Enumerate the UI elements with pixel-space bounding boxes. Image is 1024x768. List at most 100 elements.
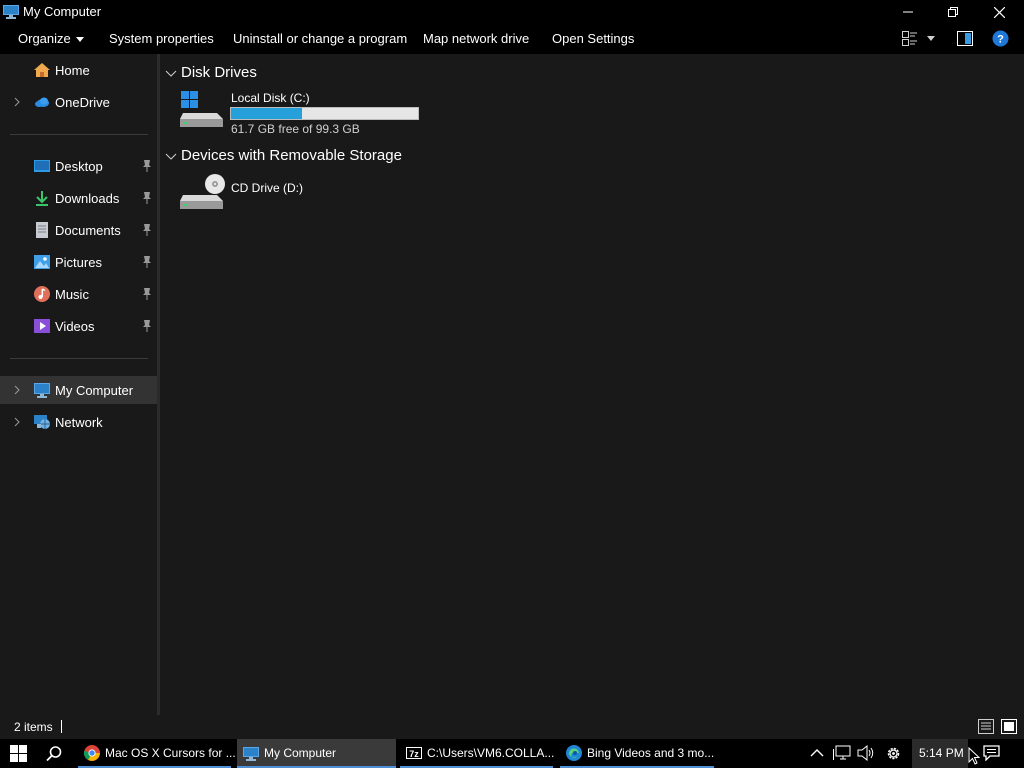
svg-text:?: ? [997,34,1004,46]
desktop-icon [34,160,50,172]
sidebar-item-music[interactable]: Music [0,280,157,308]
command-bar: Organize System properties Uninstall or … [0,24,1024,54]
sidebar-item-desktop[interactable]: Desktop [0,152,157,180]
close-icon [993,6,1005,18]
drive-free-space: 61.7 GB free of 99.3 GB [231,122,360,136]
close-button[interactable] [976,0,1022,24]
gear-icon[interactable] [885,745,902,762]
navigation-scrollbar[interactable] [157,54,160,715]
pin-icon[interactable] [141,255,153,269]
system-properties-button[interactable]: System properties [109,31,214,46]
home-icon [34,63,50,77]
navigation-pane: Home OneDrive Desktop Downloads Document… [0,54,157,715]
sidebar-item-label: Videos [55,319,95,334]
taskbar-app-my-computer[interactable]: My Computer [237,739,396,768]
network-icon[interactable] [833,745,851,761]
details-view-icon[interactable] [978,719,994,734]
download-icon [36,191,48,206]
pin-icon[interactable] [141,159,153,173]
sidebar-item-label: Desktop [55,159,103,174]
sidebar-item-pictures[interactable]: Pictures [0,248,157,276]
document-icon [36,222,48,238]
sidebar-item-label: Home [55,63,90,78]
change-view-icon[interactable] [902,31,918,46]
title-bar[interactable]: My Computer [0,0,1024,24]
taskbar-app-chrome[interactable]: Mac OS X Cursors for ... [78,739,236,768]
search-icon[interactable] [46,745,63,762]
open-settings-button[interactable]: Open Settings [552,31,634,46]
taskbar-app-label: My Computer [264,746,337,760]
chevron-up-icon[interactable] [810,748,824,758]
taskbar-app-label: Mac OS X Cursors for ... [105,746,236,760]
group-header-label: Disk Drives [181,64,257,81]
chevron-right-icon[interactable] [12,385,22,395]
computer-icon [243,747,259,761]
chrome-icon [84,745,100,761]
taskbar-clock[interactable]: 5:14 PM [912,739,968,768]
mouse-cursor-icon [968,747,980,765]
taskbar-app-edge[interactable]: Bing Videos and 3 mo... [560,739,714,768]
sidebar-item-network[interactable]: Network [0,408,157,436]
sidebar-item-documents[interactable]: Documents [0,216,157,244]
sidebar-item-label: Pictures [55,255,102,270]
window-title: My Computer [23,4,102,19]
volume-icon[interactable] [857,745,875,761]
sidebar-item-label: Network [55,415,103,430]
capacity-bar [230,107,419,120]
restore-button[interactable] [930,0,976,24]
pin-icon[interactable] [141,191,153,205]
pin-icon[interactable] [141,319,153,333]
taskbar-app-label: C:\Users\VM6.COLLA... [427,746,555,760]
cloud-icon [35,97,49,107]
sidebar-item-videos[interactable]: Videos [0,312,157,340]
chevron-right-icon[interactable] [12,417,22,427]
large-icons-view-icon[interactable] [1001,719,1017,734]
network-icon [34,415,50,429]
uninstall-program-button[interactable]: Uninstall or change a program [233,31,407,46]
drive-name[interactable]: Local Disk (C:) [231,91,310,105]
taskbar-app-label: Bing Videos and 3 mo... [587,746,715,760]
pin-icon[interactable] [141,287,153,301]
chevron-right-icon[interactable] [12,97,22,107]
preview-pane-icon[interactable] [957,31,973,46]
sidebar-item-downloads[interactable]: Downloads [0,184,157,212]
group-header-disk-drives[interactable]: Disk Drives [165,64,257,81]
pictures-icon [34,255,50,269]
sidebar-item-label: Documents [55,223,121,238]
sidebar-item-label: Music [55,287,89,302]
sidebar-item-label: OneDrive [55,95,110,110]
taskbar-app-7zip[interactable]: 7z C:\Users\VM6.COLLA... [400,739,555,768]
divider [10,134,148,135]
minimize-button[interactable] [885,0,931,24]
view-options-chevron-icon[interactable] [926,35,936,42]
chevron-down-icon [165,153,177,160]
organize-label: Organize [18,31,71,46]
minimize-icon [903,11,913,13]
sidebar-item-label: My Computer [55,383,134,398]
chevron-down-icon [75,37,84,43]
computer-icon [34,383,50,398]
help-icon[interactable]: ? [992,30,1009,47]
organize-button[interactable]: Organize [18,31,84,46]
windows-start-icon[interactable] [10,745,27,762]
drive-name[interactable]: CD Drive (D:) [231,181,303,195]
chevron-down-icon [165,70,177,77]
sidebar-item-onedrive[interactable]: OneDrive [0,88,157,116]
cd-drive-icon [180,174,225,209]
group-header-removable-storage[interactable]: Devices with Removable Storage [165,147,402,164]
videos-icon [34,319,50,333]
sidebar-item-home[interactable]: Home [0,56,157,84]
map-network-drive-button[interactable]: Map network drive [423,31,529,46]
svg-text:7z: 7z [409,749,419,759]
capacity-bar-fill [231,108,302,119]
sidebar-item-label: Downloads [55,191,120,206]
sidebar-item-my-computer[interactable]: My Computer [0,376,157,404]
status-caret [61,720,62,733]
music-icon [34,286,50,302]
windows-drive-icon [180,91,223,127]
status-bar: 2 items [0,715,1024,739]
action-center-icon[interactable] [983,745,1000,761]
pin-icon[interactable] [141,223,153,237]
divider [10,358,148,359]
computer-icon [3,5,19,19]
